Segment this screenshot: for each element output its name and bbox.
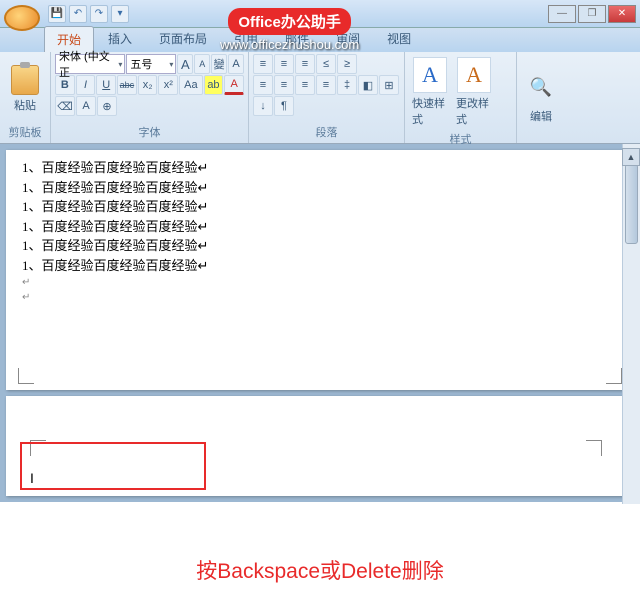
paragraph-group-label: 段落 <box>253 123 400 141</box>
shrink-font-button[interactable]: A <box>194 54 210 74</box>
group-styles: A 快速样式 A 更改样式 样式 <box>405 52 517 143</box>
quick-styles-icon: A <box>413 57 447 93</box>
clipboard-icon <box>11 65 39 95</box>
borders-button[interactable]: ⊞ <box>379 75 399 95</box>
grow-font-button[interactable]: A <box>177 54 193 74</box>
font-color-button[interactable]: A <box>224 75 244 95</box>
text-line[interactable]: 1、百度经验百度经验百度经验↵ <box>22 217 618 237</box>
close-button[interactable]: ✕ <box>608 5 636 23</box>
ribbon: 粘贴 剪贴板 宋体 (中文正 五号 A A 變 A B I U abc x₂ x… <box>0 52 640 144</box>
align-left-button[interactable]: ≡ <box>253 75 273 95</box>
phonetic-button[interactable]: 變 <box>211 54 227 74</box>
page-corner-icon <box>606 368 622 384</box>
superscript-button[interactable]: x² <box>158 75 178 95</box>
case-button[interactable]: Aa <box>179 75 202 95</box>
sort-button[interactable]: ↓ <box>253 96 273 116</box>
qat-more-icon[interactable]: ▾ <box>111 5 129 23</box>
paste-label: 粘贴 <box>14 97 36 113</box>
window-controls: — ❐ ✕ <box>548 5 636 23</box>
show-marks-button[interactable]: ¶ <box>274 96 294 116</box>
watermark: Office办公助手 www.officezhushou.com <box>220 8 359 52</box>
change-styles-button[interactable]: A 更改样式 <box>453 54 495 130</box>
quick-access-toolbar: 💾 ↶ ↷ ▾ <box>48 5 129 23</box>
tab-layout[interactable]: 页面布局 <box>146 25 220 52</box>
vertical-scrollbar[interactable] <box>622 144 640 504</box>
paragraph-mark: ↵ <box>22 290 618 305</box>
group-editing: 🔍 编辑 <box>517 52 565 143</box>
office-button[interactable] <box>4 5 40 31</box>
change-styles-label: 更改样式 <box>456 95 492 127</box>
page-1[interactable]: 1、百度经验百度经验百度经验↵ 1、百度经验百度经验百度经验↵ 1、百度经验百度… <box>6 150 634 390</box>
font-size-select[interactable]: 五号 <box>126 54 176 74</box>
quick-styles-label: 快速样式 <box>412 95 448 127</box>
group-paragraph: ≡ ≡ ≡ ≤ ≥ ≡ ≡ ≡ ≡ ‡ ◧ ⊞ ↓ ¶ 段落 <box>249 52 405 143</box>
instruction-caption: 按Backspace或Delete删除 <box>0 555 640 585</box>
text-line[interactable]: 1、百度经验百度经验百度经验↵ <box>22 158 618 178</box>
binoculars-icon: 🔍 <box>524 70 558 106</box>
watermark-url: www.officezhushou.com <box>220 37 359 52</box>
char-shading-button[interactable]: A <box>76 96 96 116</box>
page-corner-icon <box>586 440 602 456</box>
text-line[interactable]: 1、百度经验百度经验百度经验↵ <box>22 236 618 256</box>
clipboard-group-label: 剪贴板 <box>4 123 46 141</box>
text-cursor-icon: I <box>30 470 34 486</box>
subscript-button[interactable]: x₂ <box>138 75 158 95</box>
shading-button[interactable]: ◧ <box>358 75 378 95</box>
numbering-button[interactable]: ≡ <box>274 54 294 74</box>
char-border-button[interactable]: A <box>228 54 244 74</box>
font-group-label: 字体 <box>55 123 244 141</box>
text-line[interactable]: 1、百度经验百度经验百度经验↵ <box>22 178 618 198</box>
tab-view[interactable]: 视图 <box>374 25 424 52</box>
annotation-box <box>20 442 206 490</box>
align-justify-button[interactable]: ≡ <box>316 75 336 95</box>
undo-icon[interactable]: ↶ <box>69 5 87 23</box>
dedent-button[interactable]: ≤ <box>316 54 336 74</box>
editing-group-label <box>521 139 561 141</box>
page-corner-icon <box>18 368 34 384</box>
font-family-select[interactable]: 宋体 (中文正 <box>55 54 125 74</box>
paste-button[interactable]: 粘贴 <box>4 54 46 123</box>
scrollbar-thumb[interactable] <box>625 164 638 244</box>
paragraph-mark: ↵ <box>22 275 618 290</box>
line-spacing-button[interactable]: ‡ <box>337 75 357 95</box>
scroll-up-button[interactable]: ▲ <box>622 148 640 166</box>
highlight-button[interactable]: ab <box>204 75 224 95</box>
align-center-button[interactable]: ≡ <box>274 75 294 95</box>
clear-format-button[interactable]: ⌫ <box>55 96 75 116</box>
strike-button[interactable]: abc <box>117 75 137 95</box>
document-area: 1、百度经验百度经验百度经验↵ 1、百度经验百度经验百度经验↵ 1、百度经验百度… <box>0 144 640 502</box>
maximize-button[interactable]: ❐ <box>578 5 606 23</box>
group-clipboard: 粘贴 剪贴板 <box>0 52 51 143</box>
page-2[interactable]: I <box>6 396 634 496</box>
minimize-button[interactable]: — <box>548 5 576 23</box>
change-styles-icon: A <box>457 57 491 93</box>
align-right-button[interactable]: ≡ <box>295 75 315 95</box>
bullets-button[interactable]: ≡ <box>253 54 273 74</box>
multilevel-button[interactable]: ≡ <box>295 54 315 74</box>
text-line[interactable]: 1、百度经验百度经验百度经验↵ <box>22 197 618 217</box>
editing-button[interactable]: 🔍 编辑 <box>521 54 561 139</box>
group-font: 宋体 (中文正 五号 A A 變 A B I U abc x₂ x² Aa ab… <box>51 52 249 143</box>
indent-button[interactable]: ≥ <box>337 54 357 74</box>
redo-icon[interactable]: ↷ <box>90 5 108 23</box>
watermark-badge: Office办公助手 <box>228 8 351 35</box>
text-line[interactable]: 1、百度经验百度经验百度经验↵ <box>22 256 618 276</box>
quick-styles-button[interactable]: A 快速样式 <box>409 54 451 130</box>
editing-label: 编辑 <box>530 108 552 124</box>
enclose-button[interactable]: ⊕ <box>97 96 117 116</box>
save-icon[interactable]: 💾 <box>48 5 66 23</box>
